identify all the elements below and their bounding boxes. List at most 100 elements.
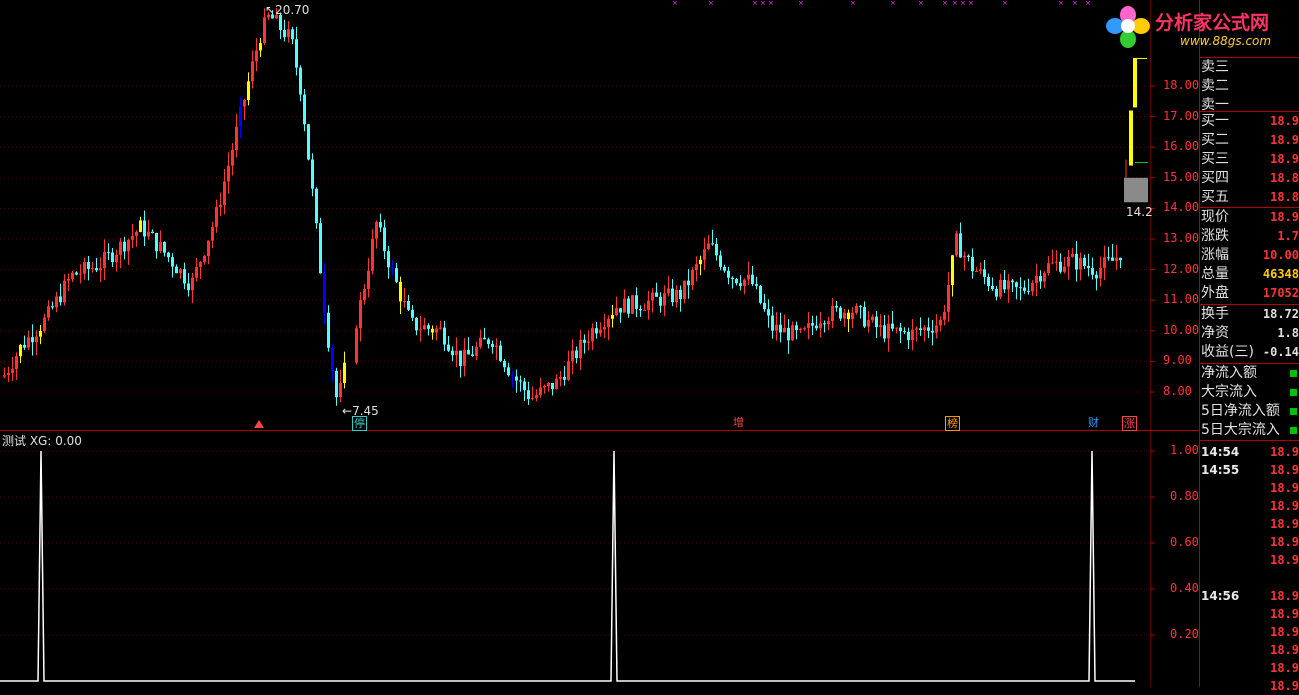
candle — [459, 350, 462, 378]
fund-flow-label: 净流入额 — [1201, 365, 1257, 381]
fund-flow-row[interactable]: 5日大宗流入 — [1201, 421, 1299, 440]
tick-divider — [1200, 440, 1299, 441]
price-tick-label: 11.00 — [1163, 292, 1200, 307]
candle — [299, 65, 302, 102]
candle — [487, 337, 490, 349]
candle — [27, 330, 30, 351]
candle — [639, 305, 642, 317]
site-logo[interactable]: 分析家公式网 www.88gs.com — [1100, 4, 1299, 54]
candle — [603, 313, 606, 339]
candle — [303, 89, 306, 132]
indicator-tick-label: 0.60 — [1170, 535, 1199, 549]
candle — [903, 327, 906, 335]
candle — [555, 374, 558, 390]
event-marker-increase[interactable]: 增 — [732, 416, 745, 429]
candle — [431, 325, 434, 340]
candle — [111, 248, 114, 268]
signal-dot-icon: × — [960, 0, 966, 7]
candle — [779, 312, 782, 343]
tick-trade-row: 18.9 — [1201, 479, 1299, 497]
candle — [1107, 246, 1110, 261]
candle — [115, 249, 118, 272]
candle — [883, 315, 886, 343]
candle — [855, 303, 858, 315]
status-square-icon — [1290, 389, 1297, 396]
candle — [375, 220, 378, 249]
tick-price: 18.9 — [1270, 679, 1299, 693]
candle — [359, 292, 362, 342]
buy-level-price: 18.9 — [1270, 152, 1299, 166]
candle — [495, 338, 498, 360]
signal-dot-icon: × — [752, 0, 758, 7]
candle — [679, 285, 682, 312]
quote-label: 现价 — [1201, 209, 1229, 225]
candle — [55, 291, 58, 313]
candle — [1043, 271, 1046, 289]
candle — [735, 277, 738, 286]
candle — [515, 369, 518, 393]
candle — [235, 114, 238, 158]
candle — [75, 271, 78, 276]
price-tick-label: 18.00 — [1163, 78, 1200, 92]
quote-value: 17052 — [1262, 286, 1299, 300]
event-marker-limit-up[interactable]: 涨 — [1122, 416, 1137, 431]
candle — [159, 230, 162, 254]
tick-trade-row: 18.9 — [1201, 551, 1299, 569]
candle — [407, 294, 410, 312]
candle — [543, 384, 546, 394]
candle — [1099, 256, 1102, 287]
buy-level-label: 买三 — [1201, 151, 1229, 167]
candle — [671, 279, 674, 307]
candle — [583, 334, 586, 354]
buy-level-price: 18.9 — [1270, 114, 1299, 128]
order-book-buy-row: 买一 18.9 — [1201, 112, 1299, 131]
candle — [1035, 263, 1038, 297]
candle — [911, 318, 914, 351]
candle — [1091, 257, 1094, 280]
quote-row: 外盘 17052 — [1201, 284, 1299, 303]
event-marker-list[interactable]: 榜 — [945, 416, 960, 431]
candle — [219, 192, 222, 217]
candle — [463, 338, 466, 377]
price-tick-label: 17.00 — [1163, 108, 1200, 123]
candle — [231, 143, 234, 176]
candle — [215, 199, 218, 233]
order-book-buy-row: 买五 18.8 — [1201, 188, 1299, 207]
candle — [107, 243, 110, 261]
stats-label: 换手 — [1201, 306, 1229, 322]
candlestick-chart[interactable]: × × × × × × × × × × × × × × × × × — [0, 0, 1150, 430]
candle — [331, 344, 334, 382]
candle — [687, 269, 690, 299]
event-marker-halt[interactable]: 停 — [352, 416, 367, 431]
event-marker-triangle-icon[interactable] — [254, 420, 264, 428]
indicator-chart[interactable] — [0, 431, 1150, 687]
candle — [335, 367, 338, 406]
candle — [551, 382, 554, 396]
candle — [323, 263, 326, 325]
candle — [355, 325, 358, 365]
candle — [971, 248, 974, 279]
candle — [1119, 257, 1122, 269]
candle — [607, 315, 610, 341]
candle — [523, 378, 526, 401]
tick-trade-row: 18.9 — [1201, 533, 1299, 551]
candle — [927, 317, 930, 339]
fund-flow-row[interactable]: 净流入额 — [1201, 364, 1299, 383]
candle — [143, 210, 146, 247]
candle — [383, 219, 386, 260]
candle — [907, 327, 910, 349]
candle — [815, 315, 818, 331]
fund-flow-row[interactable]: 5日净流入额 — [1201, 402, 1299, 421]
fund-flow-row[interactable]: 大宗流入 — [1201, 383, 1299, 402]
candle — [503, 358, 506, 372]
candle — [695, 256, 698, 282]
event-marker-finance[interactable]: 财 — [1087, 416, 1100, 429]
tick-price: 18.9 — [1270, 445, 1299, 459]
candle — [251, 50, 254, 89]
candle — [899, 322, 902, 344]
candle — [623, 289, 626, 313]
candle — [15, 352, 18, 380]
stats-value: -0.14 — [1262, 345, 1299, 359]
candle — [799, 327, 802, 334]
candle — [227, 152, 230, 194]
